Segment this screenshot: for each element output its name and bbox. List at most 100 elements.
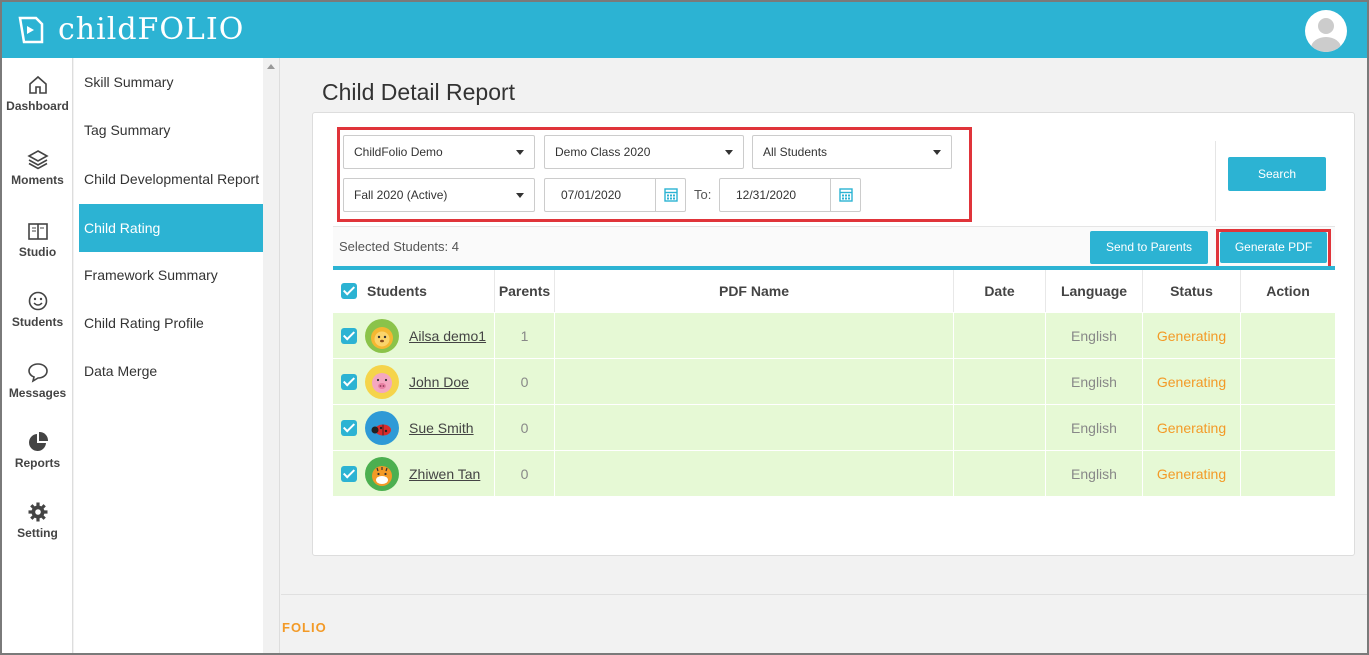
submenu-child-developmental-report[interactable]: Child Developmental Report bbox=[79, 155, 264, 203]
student-name-link[interactable]: Zhiwen Tan bbox=[409, 466, 480, 482]
footer-divider bbox=[281, 594, 1367, 595]
row-checkbox[interactable] bbox=[341, 373, 357, 390]
language-cell: English bbox=[1046, 451, 1143, 496]
student-name-link[interactable]: Ailsa demo1 bbox=[409, 328, 486, 344]
date-cell bbox=[954, 313, 1046, 358]
status-cell: Generating bbox=[1143, 405, 1241, 450]
header-language: Language bbox=[1046, 270, 1143, 312]
action-cell bbox=[1241, 359, 1335, 404]
table-row: Zhiwen Tan 0 English Generating bbox=[333, 450, 1335, 496]
class-select[interactable]: Demo Class 2020 bbox=[544, 135, 744, 169]
submenu-scrollbar[interactable] bbox=[263, 58, 279, 653]
nav-label: Dashboard bbox=[6, 99, 69, 113]
generate-pdf-button[interactable]: Generate PDF bbox=[1220, 232, 1327, 263]
ladybug-icon bbox=[371, 424, 391, 435]
caret-down-icon bbox=[516, 193, 524, 198]
pdf-name-cell bbox=[555, 405, 954, 450]
page-title: Child Detail Report bbox=[322, 79, 516, 105]
date-cell bbox=[954, 359, 1046, 404]
main-nav: Dashboard Moments Studio Students Messag… bbox=[2, 58, 73, 653]
nav-moments[interactable]: Moments bbox=[2, 148, 73, 187]
student-cell: Zhiwen Tan bbox=[333, 451, 495, 496]
nav-studio[interactable]: Studio bbox=[2, 220, 73, 259]
date-from-value: 07/01/2020 bbox=[561, 188, 622, 202]
student-name-link[interactable]: John Doe bbox=[409, 374, 469, 390]
student-avatar bbox=[365, 364, 399, 399]
selection-toolbar: Selected Students: 4 Send to Parents Gen… bbox=[333, 226, 1335, 269]
tiger-icon bbox=[372, 465, 392, 486]
report-card: ChildFolio Demo Demo Class 2020 All Stud… bbox=[312, 112, 1355, 556]
row-checkbox[interactable] bbox=[341, 327, 357, 344]
submenu-child-rating[interactable]: Child Rating bbox=[79, 204, 264, 252]
logo-text: childFOLIO bbox=[58, 12, 245, 47]
pdf-name-cell bbox=[555, 313, 954, 358]
status-cell: Generating bbox=[1143, 313, 1241, 358]
language-cell: English bbox=[1046, 405, 1143, 450]
calendar-icon[interactable] bbox=[655, 179, 685, 211]
date-from-input[interactable]: 07/01/2020 bbox=[544, 178, 686, 212]
smile-icon bbox=[28, 291, 47, 311]
school-select[interactable]: ChildFolio Demo bbox=[343, 135, 535, 169]
nav-label: Students bbox=[11, 315, 64, 329]
student-name-link[interactable]: Sue Smith bbox=[409, 420, 474, 436]
submenu-data-merge[interactable]: Data Merge bbox=[79, 347, 264, 395]
student-avatar bbox=[365, 410, 399, 445]
logo-icon bbox=[18, 16, 44, 43]
parents-cell: 1 bbox=[495, 313, 555, 358]
nav-setting[interactable]: Setting bbox=[2, 501, 73, 540]
header-action: Action bbox=[1266, 283, 1310, 299]
app-logo[interactable]: childFOLIO bbox=[16, 12, 244, 47]
term-select[interactable]: Fall 2020 (Active) bbox=[343, 178, 535, 212]
reports-submenu: Skill Summary Tag Summary Child Developm… bbox=[74, 58, 280, 653]
student-avatar bbox=[365, 456, 399, 491]
pdf-name-cell bbox=[555, 451, 954, 496]
home-icon bbox=[28, 75, 47, 94]
nav-label: Moments bbox=[11, 173, 64, 187]
submenu-child-rating-profile[interactable]: Child Rating Profile bbox=[79, 299, 264, 347]
header-parents: Parents bbox=[495, 270, 555, 312]
header-date: Date bbox=[954, 270, 1046, 312]
send-to-parents-button[interactable]: Send to Parents bbox=[1090, 231, 1208, 264]
caret-down-icon bbox=[516, 150, 524, 155]
footer-logo-text: FOLIO bbox=[282, 620, 327, 635]
student-avatar bbox=[365, 318, 399, 353]
nav-reports[interactable]: Reports bbox=[2, 431, 73, 470]
nav-dashboard[interactable]: Dashboard bbox=[2, 74, 73, 113]
nav-students[interactable]: Students bbox=[2, 290, 73, 329]
submenu-framework-summary[interactable]: Framework Summary bbox=[79, 251, 264, 299]
footer-logo: FOLIO bbox=[282, 620, 327, 635]
header-students: Students bbox=[333, 270, 495, 312]
student-cell: Ailsa demo1 bbox=[333, 313, 495, 358]
language-cell: English bbox=[1046, 359, 1143, 404]
status-cell: Generating bbox=[1143, 451, 1241, 496]
lion-icon bbox=[371, 326, 393, 349]
nav-label: Setting bbox=[17, 526, 58, 540]
table-row: John Doe 0 English Generating bbox=[333, 358, 1335, 404]
header-pdf-name: PDF Name bbox=[555, 270, 954, 312]
filter-divider bbox=[1215, 141, 1216, 221]
nav-messages[interactable]: Messages bbox=[2, 361, 73, 400]
submenu-tag-summary[interactable]: Tag Summary bbox=[79, 106, 264, 154]
submenu-skill-summary[interactable]: Skill Summary bbox=[79, 58, 264, 106]
action-cell bbox=[1241, 451, 1335, 496]
pig-icon bbox=[372, 372, 392, 393]
nav-label: Studio bbox=[18, 245, 57, 259]
select-all-checkbox[interactable] bbox=[341, 283, 357, 299]
students-select[interactable]: All Students bbox=[752, 135, 952, 169]
caret-down-icon bbox=[725, 150, 733, 155]
row-checkbox[interactable] bbox=[341, 419, 357, 436]
scroll-up-arrow-icon[interactable] bbox=[267, 64, 275, 69]
pie-icon bbox=[28, 431, 48, 451]
table-header: Students Parents PDF Name Date Language … bbox=[333, 270, 1335, 312]
row-checkbox[interactable] bbox=[341, 465, 357, 482]
parents-cell: 0 bbox=[495, 405, 555, 450]
status-cell: Generating bbox=[1143, 359, 1241, 404]
students-select-value: All Students bbox=[763, 145, 828, 159]
pdf-name-cell bbox=[555, 359, 954, 404]
book-icon bbox=[27, 223, 48, 240]
user-avatar[interactable] bbox=[1305, 10, 1347, 52]
calendar-icon[interactable] bbox=[830, 179, 860, 211]
date-to-input[interactable]: 12/31/2020 bbox=[719, 178, 861, 212]
search-button[interactable]: Search bbox=[1228, 157, 1326, 191]
to-label: To: bbox=[694, 187, 712, 202]
